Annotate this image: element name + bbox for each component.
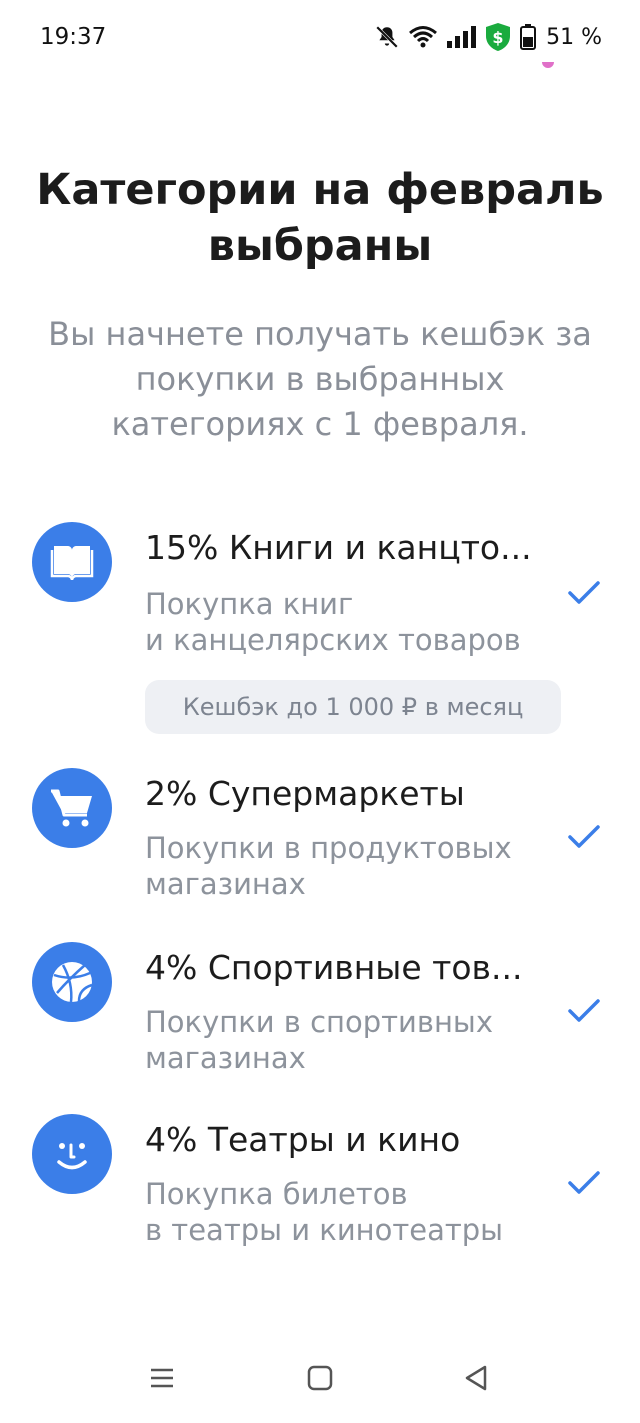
bell-off-icon [374,24,400,50]
check-icon [566,578,602,608]
category-description-line: в театры и кинотеатры [145,1213,504,1247]
check-icon [566,996,602,1026]
page-title: Категории на февраль выбраны [36,165,604,271]
cashback-limit-badge: Кешбэк до 1 000 ₽ в месяц [145,680,561,734]
category-item-theatres[interactable]: 4% Театры и кино Покупка билетов в театр… [0,1112,640,1262]
category-description-line: Покупки в спортивных [145,1005,493,1039]
category-description-line: Покупка билетов [145,1177,408,1211]
status-time: 19:37 [40,24,107,50]
camera-notch [542,62,554,68]
status-icons: $ 51 % [374,22,602,52]
category-item-sports[interactable]: 4% Спортивные тов... Покупки в спортивны… [0,940,640,1090]
cart-icon [32,768,112,848]
category-item-books[interactable]: 15% Книги и канцто... Покупка книг и кан… [0,520,640,740]
ball-icon [32,942,112,1022]
wifi-icon [408,25,438,49]
category-description-line: Покупки в продуктовых [145,831,512,865]
category-description-line: магазинах [145,1041,306,1075]
battery-icon [520,24,537,50]
smile-icon [32,1114,112,1194]
category-description: Покупки в продуктовых магазинах [145,830,565,902]
category-title: 4% Театры и кино [145,1120,461,1159]
battery-percent: 51 % [546,24,602,50]
category-description: Покупка билетов в театры и кинотеатры [145,1176,565,1248]
check-icon [566,1168,602,1198]
shield-dollar-icon: $ [484,22,512,52]
system-nav-bar [0,1340,640,1423]
category-description: Покупки в спортивных магазинах [145,1004,565,1076]
check-icon [566,822,602,852]
book-icon [32,522,112,602]
category-description-line: Покупка книг [145,587,354,621]
status-bar: 19:37 $ 51 % [0,0,640,76]
back-icon[interactable] [462,1364,490,1396]
category-item-supermarkets[interactable]: 2% Супермаркеты Покупки в продуктовых ма… [0,766,640,916]
category-title: 15% Книги и канцто... [145,528,532,567]
category-description: Покупка книг и канцелярских товаров [145,586,565,658]
category-description-line: и канцелярских товаров [145,623,521,657]
page-subtitle: Вы начнете получать кешбэк за покупки в … [48,315,592,443]
menu-icon[interactable] [148,1364,176,1396]
category-title: 4% Спортивные тов... [145,948,523,987]
category-description-line: магазинах [145,867,306,901]
svg-text:$: $ [493,28,504,47]
home-icon[interactable] [306,1364,334,1396]
signal-icon [446,25,477,49]
category-title: 2% Супермаркеты [145,774,465,813]
